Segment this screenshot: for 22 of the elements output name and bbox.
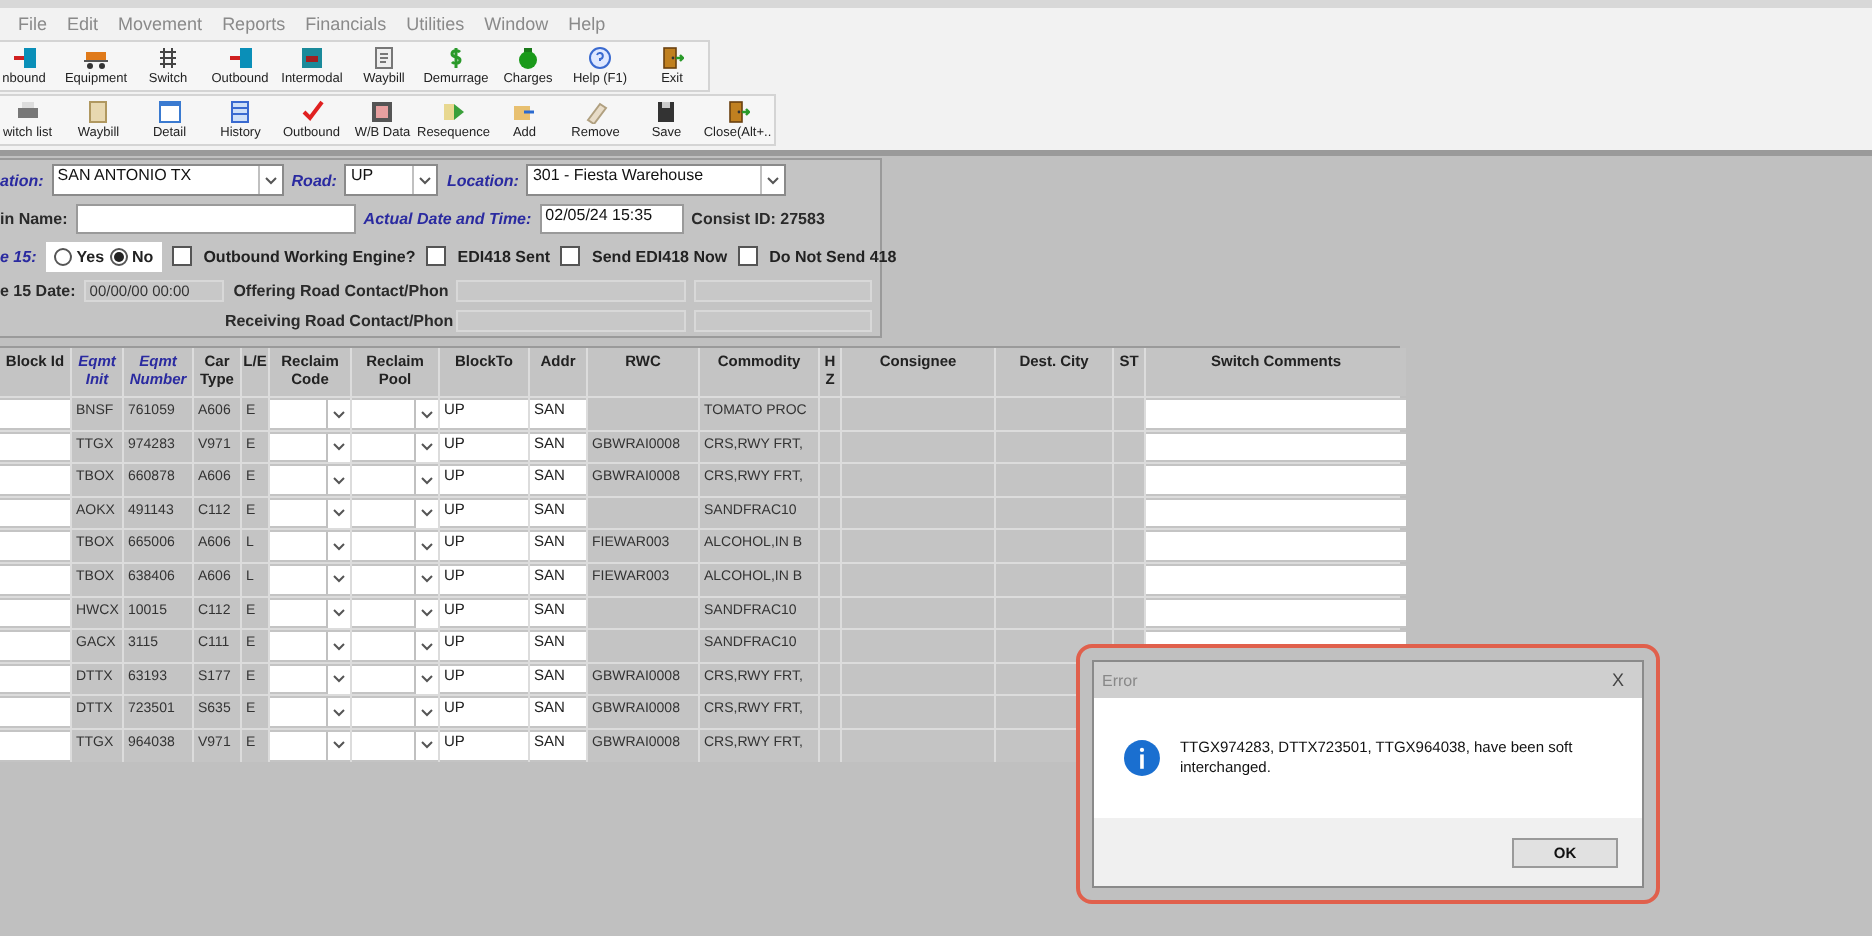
date-time-field[interactable]: 02/05/24 15:35 xyxy=(539,203,684,233)
field-label: e 15: xyxy=(0,247,37,265)
checkbox-option[interactable]: Send EDI418 Now xyxy=(560,246,728,266)
field-label: Location: xyxy=(446,171,519,189)
field-label: Road: xyxy=(291,171,337,189)
field-label: e 15 Date: xyxy=(0,281,76,299)
checkbox-option[interactable]: Do Not Send 418 xyxy=(737,246,897,266)
station-dropdown[interactable]: SAN ANTONIO TX xyxy=(51,164,284,196)
field-label: Offering Road Contact/Phon xyxy=(231,281,449,299)
field-label: Actual Date and Time: xyxy=(363,209,532,227)
field-label: ation: xyxy=(0,171,44,189)
close-button[interactable]: X xyxy=(1594,662,1642,698)
consist-id-label: Consist ID: 27583 xyxy=(691,209,825,227)
radio-option[interactable]: No xyxy=(110,247,154,265)
checkbox-option[interactable]: Outbound Working Engine? xyxy=(171,246,416,266)
field-label: Receiving Road Contact/Phon xyxy=(224,311,449,329)
field-label: in Name: xyxy=(0,209,68,227)
dialog-title: Error xyxy=(1102,671,1138,689)
checkbox-option[interactable]: EDI418 Sent xyxy=(425,246,551,266)
radio-option[interactable]: Yes xyxy=(54,247,105,265)
location-dropdown[interactable]: 301 - Fiesta Warehouse xyxy=(526,164,787,196)
road-dropdown[interactable]: UP xyxy=(344,164,439,196)
